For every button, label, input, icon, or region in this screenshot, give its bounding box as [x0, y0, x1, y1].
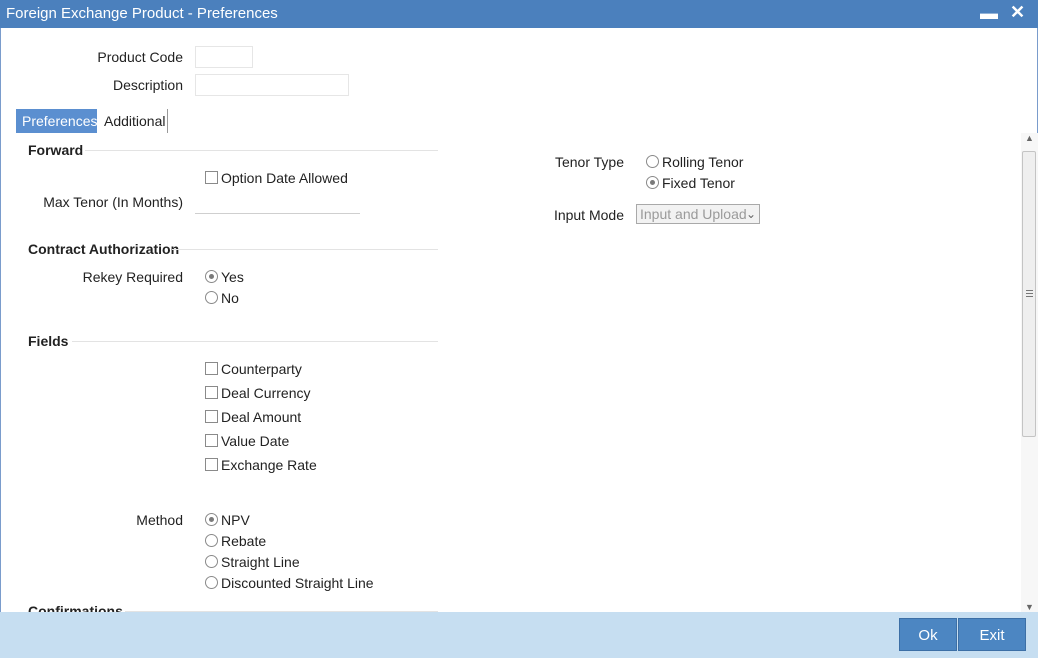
forward-divider: [85, 150, 438, 151]
forward-section-title: Forward: [28, 142, 84, 158]
exchange-rate-label: Exchange Rate: [221, 457, 317, 473]
method-straight-line-radio[interactable]: [205, 555, 218, 568]
max-tenor-underline: [195, 213, 360, 214]
description-field[interactable]: [195, 74, 349, 96]
product-code-field[interactable]: [195, 46, 253, 68]
contract-authorization-section-title: Contract Authorization: [28, 241, 180, 257]
method-label: Method: [136, 512, 183, 528]
rolling-tenor-label: Rolling Tenor: [662, 154, 744, 170]
deal-currency-label: Deal Currency: [221, 385, 311, 401]
rekey-no-radio[interactable]: [205, 291, 218, 304]
footer-bar: Ok Exit: [0, 612, 1038, 658]
rolling-tenor-radio[interactable]: [646, 155, 659, 168]
value-date-checkbox[interactable]: [205, 434, 218, 447]
close-icon[interactable]: ✕: [1010, 2, 1025, 23]
grip-icon: [1026, 290, 1033, 297]
description-label: Description: [112, 77, 183, 93]
title-bar: Foreign Exchange Product - Preferences ▬…: [0, 0, 1038, 28]
rekey-no-label: No: [221, 290, 239, 306]
tenor-type-label: Tenor Type: [554, 154, 624, 170]
tab-preferences[interactable]: Preferences: [16, 109, 97, 133]
vertical-scrollbar[interactable]: ▲ ▼: [1021, 133, 1038, 612]
scroll-down-icon[interactable]: ▼: [1025, 602, 1034, 612]
confirmations-section-title: Confirmations: [28, 603, 123, 612]
scrollbar-thumb[interactable]: [1022, 151, 1036, 437]
rekey-yes-radio[interactable]: [205, 270, 218, 283]
rekey-yes-label: Yes: [221, 269, 244, 285]
fixed-tenor-label: Fixed Tenor: [662, 175, 735, 191]
deal-currency-checkbox[interactable]: [205, 386, 218, 399]
minimize-icon[interactable]: ▬: [980, 3, 998, 24]
method-rebate-radio[interactable]: [205, 534, 218, 547]
input-mode-select[interactable]: Input and Upload ⌄: [636, 204, 760, 224]
deal-amount-checkbox[interactable]: [205, 410, 218, 423]
product-code-label: Product Code: [97, 49, 183, 65]
input-mode-value: Input and Upload: [640, 206, 747, 222]
method-discounted-straight-line-radio[interactable]: [205, 576, 218, 589]
method-npv-label: NPV: [221, 512, 250, 528]
chevron-down-icon: ⌄: [745, 207, 756, 221]
deal-amount-label: Deal Amount: [221, 409, 302, 425]
fields-section-title: Fields: [28, 333, 69, 349]
counterparty-label: Counterparty: [221, 361, 302, 377]
value-date-label: Value Date: [221, 433, 290, 449]
tab-additional[interactable]: Additional: [98, 109, 168, 133]
counterparty-checkbox[interactable]: [205, 362, 218, 375]
exit-button[interactable]: Exit: [958, 618, 1026, 651]
option-date-allowed-checkbox[interactable]: [205, 171, 218, 184]
max-tenor-field[interactable]: [195, 191, 360, 213]
scroll-up-icon[interactable]: ▲: [1025, 133, 1034, 143]
method-straight-line-label: Straight Line: [221, 554, 300, 570]
window-title: Foreign Exchange Product - Preferences: [6, 5, 278, 22]
method-npv-radio[interactable]: [205, 513, 218, 526]
input-mode-label: Input Mode: [553, 207, 624, 223]
preferences-panel: Forward Option Date Allowed Max Tenor (I…: [0, 133, 1020, 612]
method-rebate-label: Rebate: [221, 533, 267, 549]
fixed-tenor-radio[interactable]: [646, 176, 659, 189]
contract-authorization-divider: [172, 249, 438, 250]
fields-divider: [72, 341, 438, 342]
max-tenor-label: Max Tenor (In Months): [43, 194, 183, 210]
ok-button[interactable]: Ok: [899, 618, 957, 651]
rekey-required-label: Rekey Required: [82, 269, 183, 285]
option-date-allowed-label: Option Date Allowed: [221, 170, 348, 186]
method-discounted-straight-line-label: Discounted Straight Line: [221, 575, 374, 591]
exchange-rate-checkbox[interactable]: [205, 458, 218, 471]
